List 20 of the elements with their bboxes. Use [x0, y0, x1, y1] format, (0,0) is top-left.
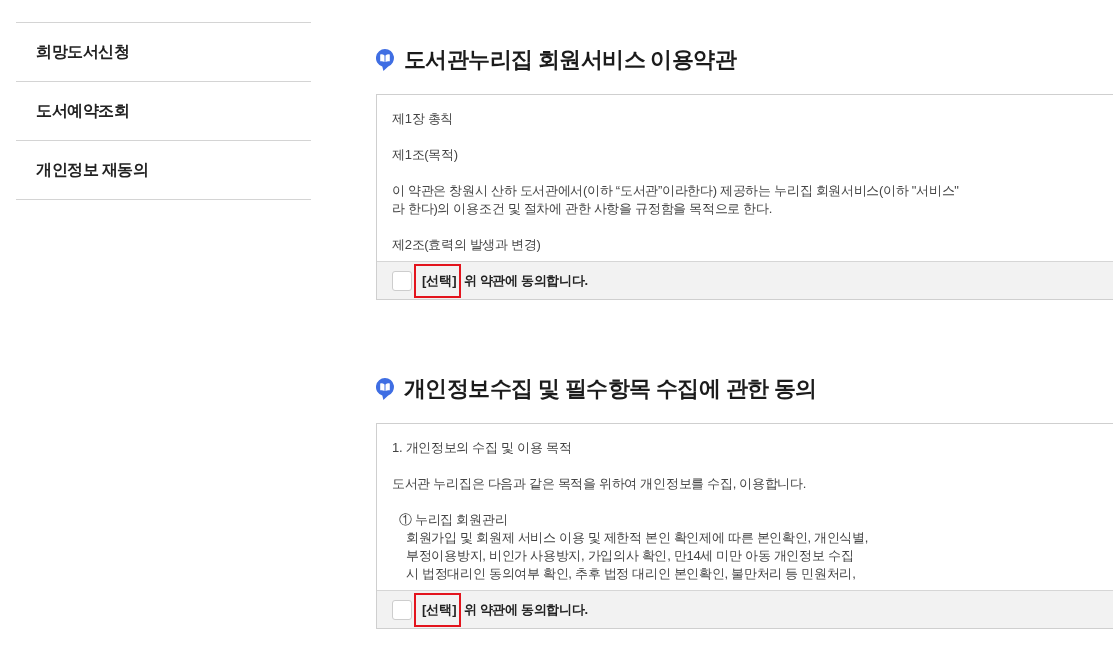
section-title: 도서관누리집 회원서비스 이용약관 [404, 46, 737, 74]
terms-text: 제1장 총칙 [392, 110, 455, 128]
sidebar-item[interactable]: 희망도서신청 [16, 23, 311, 82]
checkbox[interactable] [392, 270, 412, 291]
checkbox[interactable] [392, 599, 412, 620]
terms-text: 1. 개인정보의 수집 및 이용 목적 [392, 439, 573, 457]
book-bubble-icon [376, 378, 394, 400]
terms-list-item: ① 누리집 회원관리 회원가입 및 회원제 서비스 이용 및 제한적 본인 확인제에 따른 본인확인, 개인식별, 부정이용방지, 비인가 사용방지, 가입의사 확인, 만14세 미만 아동 개인정보 수집 시 법정대리인 동의여부 확인, 추후 법정 대리인 본인확인, 불만처리 등 민원처리, [398, 511, 870, 583]
sidebar-item[interactable]: 도서예약조회 [16, 82, 311, 141]
consent-label: 위 약관에 동의합니다. [463, 600, 588, 619]
terms-text: 도서관 누리집은 다음과 같은 목적을 위하여 개인정보를 수집, 이용합니다. [392, 475, 808, 493]
consent-label: 위 약관에 동의합니다. [463, 271, 588, 290]
sidebar-item[interactable]: 개인정보 재동의 [16, 141, 311, 200]
terms-text: 이 약관은 창원시 산하 도서관에서(이하 “도서관”이라한다) 제공하는 누리집 회원서비스(이하 "서비스" 라 한다)의 이용조건 및 절차에 관한 사항을 규정함을 목적으로 한다. [392, 182, 960, 218]
book-bubble-icon [376, 49, 394, 71]
terms-text: 제2조(효력의 발생과 변경) [392, 236, 542, 254]
terms-text: 제1조(목적) [392, 146, 459, 164]
consent-type-label: [선택] [414, 592, 461, 627]
section-title: 개인정보수집 및 필수항목 수집에 관한 동의 [404, 375, 817, 403]
consent-type-label: [선택] [414, 263, 461, 298]
